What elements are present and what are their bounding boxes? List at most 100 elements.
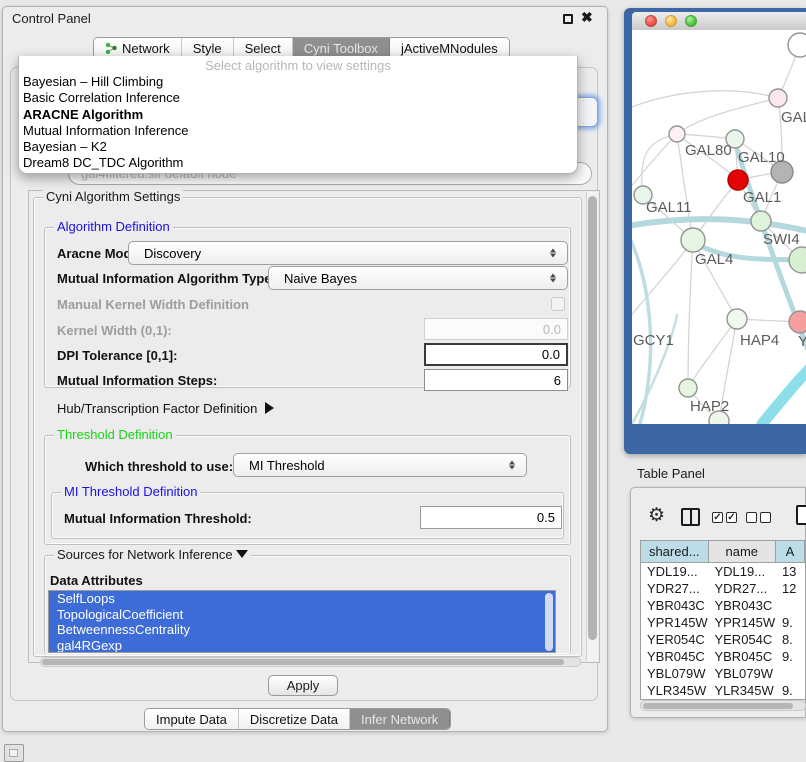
kernel-width-field[interactable]: 0.0	[424, 318, 568, 340]
node-label: GAL80	[685, 142, 732, 159]
which-threshold-combo[interactable]: MI Threshold	[233, 453, 527, 477]
mi-steps-field[interactable]: 6	[424, 369, 568, 391]
tab-discretize-data[interactable]: Discretize Data	[239, 709, 350, 729]
network-node[interactable]	[679, 379, 697, 397]
network-node[interactable]	[681, 228, 705, 252]
zoom-traffic-light-icon[interactable]	[685, 15, 697, 27]
network-edge	[642, 134, 677, 195]
network-edge	[688, 240, 693, 388]
algorithm-option[interactable]: Bayesian – K2	[19, 139, 577, 155]
network-edge	[632, 240, 693, 325]
data-attributes-list[interactable]: SelfLoopsTopologicalCoefficientBetweenne…	[48, 590, 556, 653]
network-tab-icon	[105, 42, 117, 54]
mi-type-combo[interactable]: Naive Bayes	[268, 266, 568, 290]
gear-icon[interactable]: ⚙	[648, 506, 665, 525]
close-icon[interactable]: ✖	[581, 9, 593, 26]
attribute-item[interactable]: BetweennessCentrality	[49, 622, 555, 638]
table-horizontal-scrollbar[interactable]	[640, 700, 806, 711]
node-label: HAP2	[690, 398, 729, 415]
network-edge-highlighted	[762, 362, 806, 424]
network-node[interactable]	[669, 126, 685, 142]
attribute-item[interactable]: gal4RGexp	[49, 638, 555, 653]
attribute-list-scrollbar[interactable]	[545, 593, 553, 651]
tab-infer-network[interactable]: Infer Network	[350, 709, 450, 729]
algorithm-dropdown-popup: Select algorithm to view settings Bayesi…	[18, 56, 578, 174]
tab-impute-data[interactable]: Impute Data	[145, 709, 239, 729]
algorithm-option[interactable]: Mutual Information Inference	[19, 123, 577, 139]
minimized-panel-icon[interactable]	[4, 744, 24, 762]
deselect-all-checkbox-icon[interactable]	[746, 512, 757, 523]
tab-label: Select	[245, 41, 281, 56]
minimize-traffic-light-icon[interactable]	[665, 15, 677, 27]
column-header[interactable]: shared...	[641, 541, 709, 562]
network-node[interactable]	[728, 170, 748, 190]
table-cell: YPR145W	[708, 614, 775, 631]
sources-group-title[interactable]: Sources for Network Inference	[54, 548, 251, 562]
network-node[interactable]	[769, 89, 787, 107]
algorithm-option[interactable]: Basic Correlation Inference	[19, 90, 577, 106]
network-node[interactable]	[788, 33, 806, 57]
control-panel-title: Control Panel	[12, 11, 91, 26]
tab-network[interactable]: Network	[94, 38, 182, 58]
select-all-checkbox-icon-2[interactable]: ✓	[726, 512, 737, 523]
table-row[interactable]: YER054CYER054C8.	[641, 631, 805, 648]
network-node[interactable]	[751, 211, 771, 231]
network-node[interactable]	[727, 309, 747, 329]
sources-title-text: Sources for Network Inference	[57, 547, 233, 562]
node-label: HAP4	[740, 332, 779, 349]
table-row[interactable]: YBR043CYBR043C	[641, 597, 805, 614]
dpi-tolerance-field[interactable]: 0.0	[424, 343, 568, 366]
node-label: GCY1	[633, 332, 674, 349]
algorithm-option[interactable]: ARACNE Algorithm	[19, 107, 577, 123]
network-window-titlebar[interactable]	[632, 12, 806, 30]
spinner-arrows-icon	[550, 249, 556, 258]
hub-section-toggle[interactable]: Hub/Transcription Factor Definition	[57, 401, 274, 416]
select-all-checkbox-icon[interactable]: ✓	[712, 512, 723, 523]
aracne-mode-combo[interactable]: Discovery	[128, 241, 568, 265]
settings-vertical-scrollbar-thumb[interactable]	[588, 196, 597, 640]
show-columns-icon[interactable]	[681, 508, 700, 526]
attribute-item[interactable]: SelfLoops	[49, 591, 555, 607]
network-node[interactable]	[789, 311, 806, 333]
float-window-icon[interactable]	[563, 14, 573, 24]
algorithm-option[interactable]: Dream8 DC_TDC Algorithm	[19, 155, 577, 171]
mi-threshold-field[interactable]: 0.5	[420, 506, 562, 529]
table-header-row: shared...nameA	[641, 541, 805, 563]
tab-select[interactable]: Select	[234, 38, 293, 58]
deselect-all-checkbox-icon-2[interactable]	[760, 512, 771, 523]
attribute-item[interactable]: TopologicalCoefficient	[49, 607, 555, 623]
close-traffic-light-icon[interactable]	[645, 15, 657, 27]
mi-steps-label: Mutual Information Steps:	[57, 373, 217, 388]
table-row[interactable]: YDL19...YDL19...13	[641, 563, 805, 580]
attributes-hscroll-thumb[interactable]	[42, 659, 564, 665]
attributes-horizontal-scrollbar[interactable]	[40, 657, 581, 667]
table-cell: YBR043C	[708, 597, 775, 614]
collapsed-arrow-icon	[265, 402, 274, 414]
table-cell	[776, 665, 805, 682]
new-table-icon[interactable]	[796, 505, 806, 525]
column-header[interactable]: name	[709, 541, 777, 562]
apply-button[interactable]: Apply	[268, 675, 338, 696]
aracne-mode-value: Discovery	[144, 246, 201, 261]
column-header[interactable]: A	[776, 541, 805, 562]
table-cell: YDR27...	[708, 580, 775, 597]
table-cell: YER054C	[641, 631, 708, 648]
table-row[interactable]: YBL079WYBL079W	[641, 665, 805, 682]
tab-jactivemnodules[interactable]: jActiveMNodules	[390, 38, 509, 58]
network-canvas[interactable]: GALGAL80GAL10GAL1GAL11SWI4GAL4GCY1HAP4YH…	[632, 30, 806, 424]
kernel-width-label: Kernel Width (0,1):	[57, 323, 172, 338]
table-hscroll-thumb[interactable]	[643, 703, 793, 709]
node-label: GAL	[781, 109, 806, 126]
tab-cyni-toolbox[interactable]: Cyni Toolbox	[293, 38, 390, 58]
node-label: GAL11	[646, 199, 692, 216]
table-panel-title: Table Panel	[637, 466, 705, 481]
algorithm-option[interactable]: Bayesian – Hill Climbing	[19, 74, 577, 90]
table-row[interactable]: YDR27...YDR27...12	[641, 580, 805, 597]
manual-kernel-checkbox[interactable]	[551, 297, 565, 311]
table-row[interactable]: YPR145WYPR145W9.	[641, 614, 805, 631]
table-row[interactable]: YLR345WYLR345W9.	[641, 682, 805, 699]
tab-style[interactable]: Style	[182, 38, 234, 58]
table-row[interactable]: YBR045CYBR045C9.	[641, 648, 805, 665]
table-cell: 12	[776, 580, 805, 597]
node-label: GAL1	[743, 189, 781, 206]
